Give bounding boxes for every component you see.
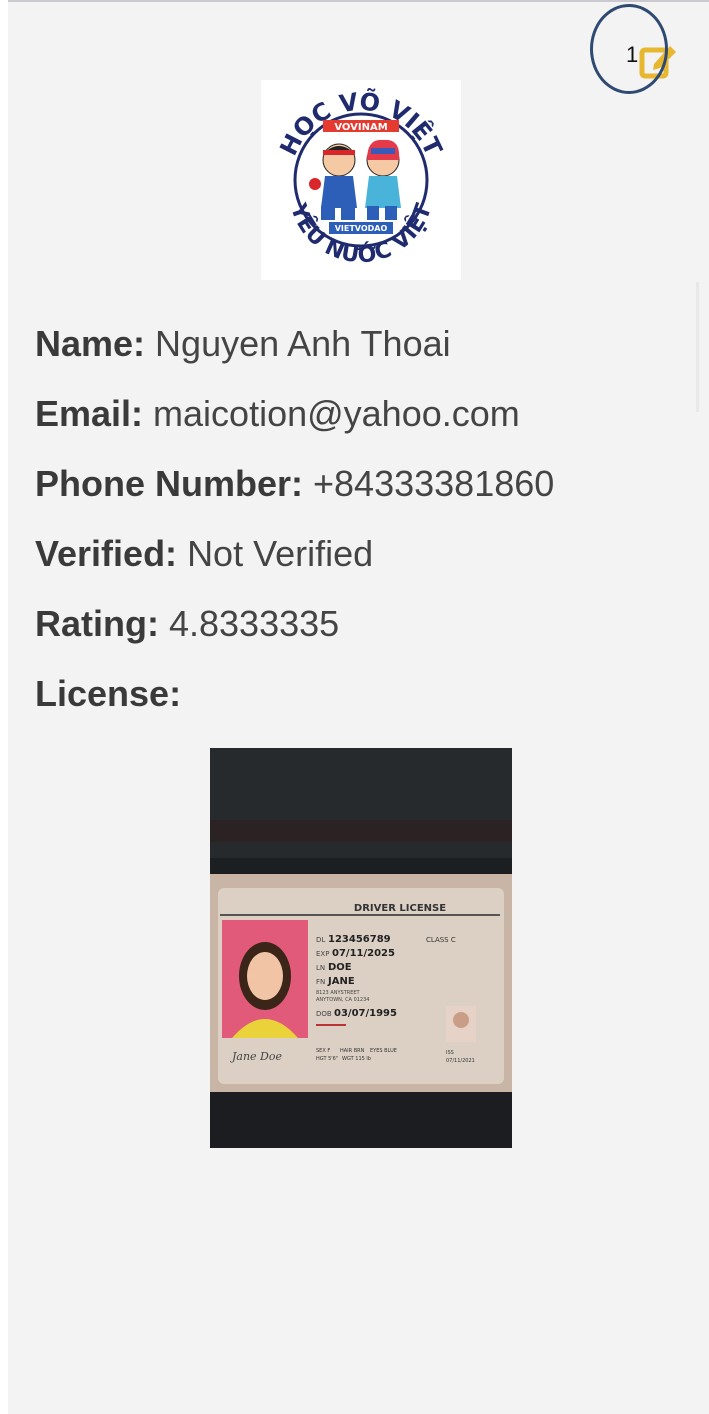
- email-row: Email: maicotion@yahoo.com: [35, 388, 675, 458]
- license-class: CLASS C: [426, 936, 456, 944]
- exp-label: EXP: [316, 950, 329, 958]
- profile-info: Name: Nguyen Anh Thoai Email: maicotion@ya…: [35, 318, 675, 738]
- license-iss-label: ISS: [446, 1050, 454, 1056]
- license-image[interactable]: DRIVER LICENSE DL 123456789 CLASS C EXP …: [210, 748, 512, 1148]
- license-sex: SEX F: [316, 1048, 330, 1054]
- logo-banner-top: VOVINAM: [334, 122, 387, 133]
- verified-row: Verified: Not Verified: [35, 528, 675, 598]
- license-label: License:: [35, 673, 182, 714]
- license-eyes: EYES BLUE: [370, 1048, 397, 1054]
- dl-number: 123456789: [328, 934, 391, 945]
- license-title: DRIVER LICENSE: [354, 903, 446, 914]
- phone-row: Phone Number: +84333381860: [35, 458, 675, 528]
- email-value: maicotion@yahoo.com: [153, 393, 520, 434]
- signature: Jane Doe: [230, 1050, 283, 1063]
- license-iss-date: 07/11/2021: [446, 1058, 475, 1064]
- club-logo: HỌC VÕ VIỆT YÊU NƯỚC VIỆT VOVINAM VIETVO…: [261, 80, 461, 280]
- address-line1: 8123 ANYSTREET: [316, 990, 361, 996]
- first-name: JANE: [327, 976, 355, 987]
- annotation-number: 1: [626, 42, 639, 67]
- rating-value: 4.8333335: [168, 603, 340, 644]
- license-hgt: HGT 5'6": [316, 1056, 338, 1062]
- name-row: Name: Nguyen Anh Thoai: [35, 318, 675, 388]
- license-wgt: WGT 115 lb: [342, 1056, 371, 1062]
- verified-value: Not Verified: [187, 533, 374, 574]
- dob-label: DOB: [316, 1010, 332, 1018]
- verified-label: Verified:: [35, 533, 178, 574]
- rating-row: Rating: 4.8333335: [35, 598, 675, 668]
- exp-date: 07/11/2025: [332, 948, 395, 959]
- email-label: Email:: [35, 393, 144, 434]
- rating-label: Rating:: [35, 603, 159, 644]
- dob: 03/07/1995: [334, 1008, 397, 1019]
- dl-label: DL: [316, 936, 325, 944]
- phone-value: +84333381860: [313, 463, 555, 504]
- name-value: Nguyen Anh Thoai: [155, 323, 451, 364]
- license-row: License:: [35, 668, 675, 738]
- logo-banner-bottom: VIETVODAO: [335, 224, 388, 233]
- last-name: DOE: [328, 962, 352, 973]
- scroll-indicator: [696, 282, 699, 412]
- phone-label: Phone Number:: [35, 463, 304, 504]
- address-line2: ANYTOWN, CA 01234: [316, 997, 369, 1003]
- fn-label: FN: [316, 978, 325, 986]
- license-hair: HAIR BRN: [340, 1048, 365, 1054]
- left-margin: [0, 0, 8, 1414]
- ln-label: LN: [316, 964, 325, 972]
- name-label: Name:: [35, 323, 146, 364]
